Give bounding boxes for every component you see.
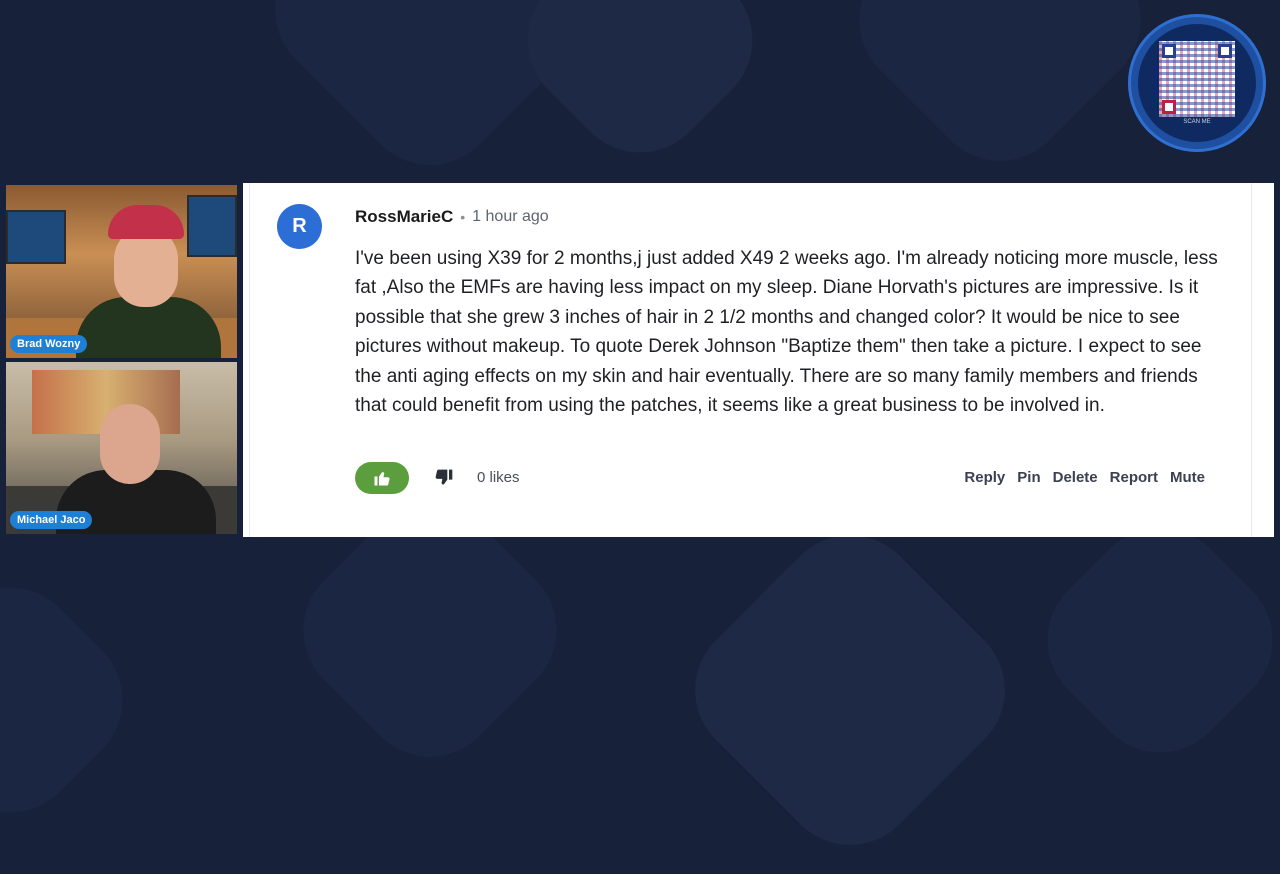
comment-action-links: Reply Pin Delete Report Mute (964, 469, 1205, 486)
comment-card: R RossMarieC • 1 hour ago I've been usin… (243, 183, 1274, 537)
background-screen (6, 210, 66, 264)
qr-code-icon (1159, 41, 1235, 117)
background-shape (666, 506, 1034, 874)
comment-meta: RossMarieC • 1 hour ago (355, 207, 549, 227)
pin-button[interactable]: Pin (1017, 469, 1040, 486)
qr-caption: SCAN ME (1183, 119, 1211, 125)
thumbs-up-icon (374, 471, 390, 485)
dislike-button[interactable] (431, 465, 457, 491)
thumbs-down-icon (435, 469, 453, 485)
comment-author[interactable]: RossMarieC (355, 207, 453, 227)
background-shape (1018, 498, 1280, 782)
background-shape (498, 0, 782, 182)
video-tile-michael-jaco[interactable]: Michael Jaco (6, 362, 237, 534)
background-shape (830, 0, 1170, 190)
qr-badge-inner: SCAN ME (1138, 24, 1256, 142)
participant-name-tag: Michael Jaco (10, 511, 93, 529)
participant-video (114, 227, 178, 307)
comment-timestamp: 1 hour ago (472, 208, 549, 225)
separator-dot: • (460, 209, 466, 225)
mute-button[interactable]: Mute (1170, 469, 1205, 486)
participant-video (108, 205, 184, 239)
video-tile-brad-wozny[interactable]: Brad Wozny (6, 185, 237, 358)
like-button[interactable] (355, 461, 409, 494)
comment-actions: 0 likes Reply Pin Delete Report Mute (355, 461, 1205, 494)
avatar[interactable]: R (277, 204, 322, 249)
likes-count: 0 likes (477, 469, 520, 486)
reply-button[interactable]: Reply (964, 469, 1005, 486)
background-shape (0, 558, 152, 842)
comment-text: I've been using X39 for 2 months,j just … (355, 248, 1218, 417)
report-button[interactable]: Report (1110, 469, 1158, 486)
qr-badge[interactable]: SCAN ME (1128, 14, 1266, 152)
background-screen (187, 195, 237, 257)
participant-name-tag: Brad Wozny (10, 335, 88, 353)
participant-video (100, 404, 160, 484)
delete-button[interactable]: Delete (1053, 469, 1098, 486)
